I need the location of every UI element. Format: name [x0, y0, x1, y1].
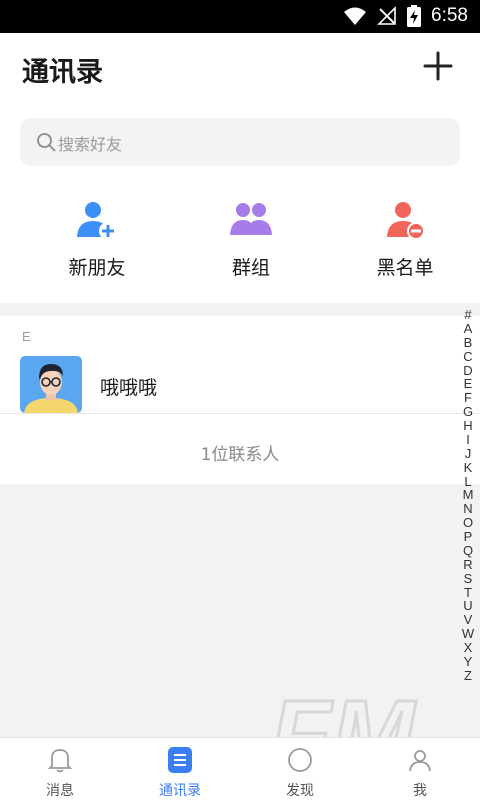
tab-contacts[interactable]: 通讯录 — [120, 738, 240, 800]
index-letter[interactable]: N — [463, 502, 472, 515]
index-letter[interactable]: P — [464, 530, 473, 543]
index-letter[interactable]: T — [464, 586, 472, 599]
person-block-icon — [387, 202, 425, 240]
compass-icon — [288, 748, 312, 772]
index-letter[interactable]: K — [464, 461, 473, 474]
index-letter[interactable]: X — [464, 641, 473, 654]
index-letter[interactable]: A — [464, 322, 473, 335]
search-bar[interactable]: 搜索好友 — [20, 118, 460, 166]
index-letter[interactable]: M — [463, 488, 474, 501]
section-header: E — [22, 329, 31, 344]
index-letter[interactable]: U — [463, 599, 472, 612]
tab-label: 我 — [413, 783, 427, 799]
new-friends-button[interactable]: 新朋友 — [27, 201, 167, 281]
plus-icon[interactable] — [420, 48, 456, 84]
blacklist-button[interactable]: 黑名单 — [335, 201, 475, 281]
index-letter[interactable]: # — [464, 308, 471, 321]
bottom-tab-bar: 消息 通讯录 发现 我 — [0, 737, 480, 800]
tab-label: 通讯录 — [159, 783, 201, 799]
status-bar: 6:58 — [0, 0, 480, 33]
index-letter[interactable]: I — [466, 433, 470, 446]
contacts-header: 通讯录 搜索好友 新朋友 群组 黑名单 — [0, 33, 480, 303]
index-letter[interactable]: W — [462, 627, 474, 640]
index-letter[interactable]: R — [463, 558, 472, 571]
contact-row[interactable]: 哦哦哦 — [0, 356, 480, 413]
new-friends-label: 新朋友 — [68, 257, 126, 279]
index-letter[interactable]: Z — [464, 669, 472, 682]
tab-discover[interactable]: 发现 — [240, 738, 360, 800]
tab-label: 发现 — [286, 783, 314, 799]
divider — [0, 413, 480, 414]
tab-me[interactable]: 我 — [360, 738, 480, 800]
index-letter[interactable]: C — [463, 350, 472, 363]
index-letter[interactable]: V — [464, 613, 473, 626]
index-letter[interactable]: D — [463, 364, 472, 377]
index-letter[interactable]: E — [464, 377, 473, 390]
status-time: 6:58 — [431, 5, 468, 26]
no-signal-icon — [377, 6, 396, 25]
contact-count: 1位联系人 — [200, 445, 280, 465]
contacts-icon — [168, 747, 192, 773]
contact-name: 哦哦哦 — [100, 377, 158, 399]
groups-button[interactable]: 群组 — [181, 201, 321, 281]
avatar — [20, 356, 82, 413]
index-letter[interactable]: G — [463, 405, 473, 418]
index-letter[interactable]: B — [464, 336, 473, 349]
tab-label: 消息 — [46, 783, 74, 799]
search-icon — [37, 133, 56, 152]
page-title: 通讯录 — [22, 57, 103, 88]
index-letter[interactable]: F — [464, 391, 472, 404]
tab-messages[interactable]: 消息 — [0, 738, 120, 800]
user-icon — [409, 750, 431, 772]
battery-charging-icon — [407, 5, 422, 27]
contact-list: E 哦哦哦 1位联系人 — [0, 316, 480, 484]
groups-label: 群组 — [231, 257, 270, 279]
index-letter[interactable]: J — [465, 447, 472, 460]
person-add-icon — [77, 202, 117, 240]
index-letter[interactable]: S — [464, 572, 473, 585]
wifi-icon — [344, 7, 367, 25]
index-letter[interactable]: L — [464, 475, 471, 488]
index-letter[interactable]: O — [463, 516, 473, 529]
alphabet-index[interactable]: # A B C D E F G H I J K L M N O P Q R S T U V W X Y Z — [459, 308, 477, 682]
index-letter[interactable]: Y — [464, 655, 473, 668]
group-icon — [230, 203, 272, 235]
bell-icon — [47, 749, 73, 773]
search-placeholder: 搜索好友 — [58, 135, 123, 154]
index-letter[interactable]: Q — [463, 544, 473, 557]
blacklist-label: 黑名单 — [376, 257, 434, 279]
index-letter[interactable]: H — [463, 419, 472, 432]
